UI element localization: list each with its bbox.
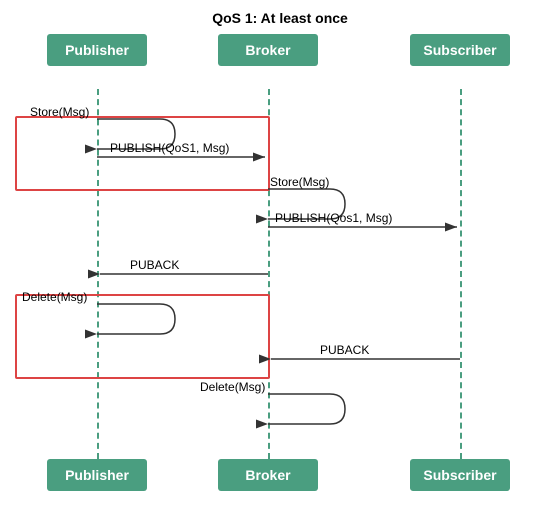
svg-text:Store(Msg): Store(Msg) [270,175,329,189]
subscriber-bottom-box: Subscriber [410,459,510,491]
page-title: QoS 1: At least once [0,0,560,26]
publisher-top-box: Publisher [47,34,147,66]
svg-text:Store(Msg): Store(Msg) [30,105,89,119]
svg-text:PUBACK: PUBACK [320,343,369,357]
sequence-arrows: Store(Msg) PUBLISH(QoS1, Msg) Store(Msg)… [0,89,560,469]
svg-text:PUBACK: PUBACK [130,258,179,272]
svg-text:PUBLISH(Qos1, Msg): PUBLISH(Qos1, Msg) [275,211,392,225]
svg-text:Delete(Msg): Delete(Msg) [22,290,87,304]
sequence-diagram: Publisher Broker Subscriber Store(Msg) P… [0,34,560,524]
subscriber-top-box: Subscriber [410,34,510,66]
publisher-bottom-box: Publisher [47,459,147,491]
broker-bottom-box: Broker [218,459,318,491]
svg-text:Delete(Msg): Delete(Msg) [200,380,265,394]
svg-text:PUBLISH(QoS1, Msg): PUBLISH(QoS1, Msg) [110,141,229,155]
broker-top-box: Broker [218,34,318,66]
